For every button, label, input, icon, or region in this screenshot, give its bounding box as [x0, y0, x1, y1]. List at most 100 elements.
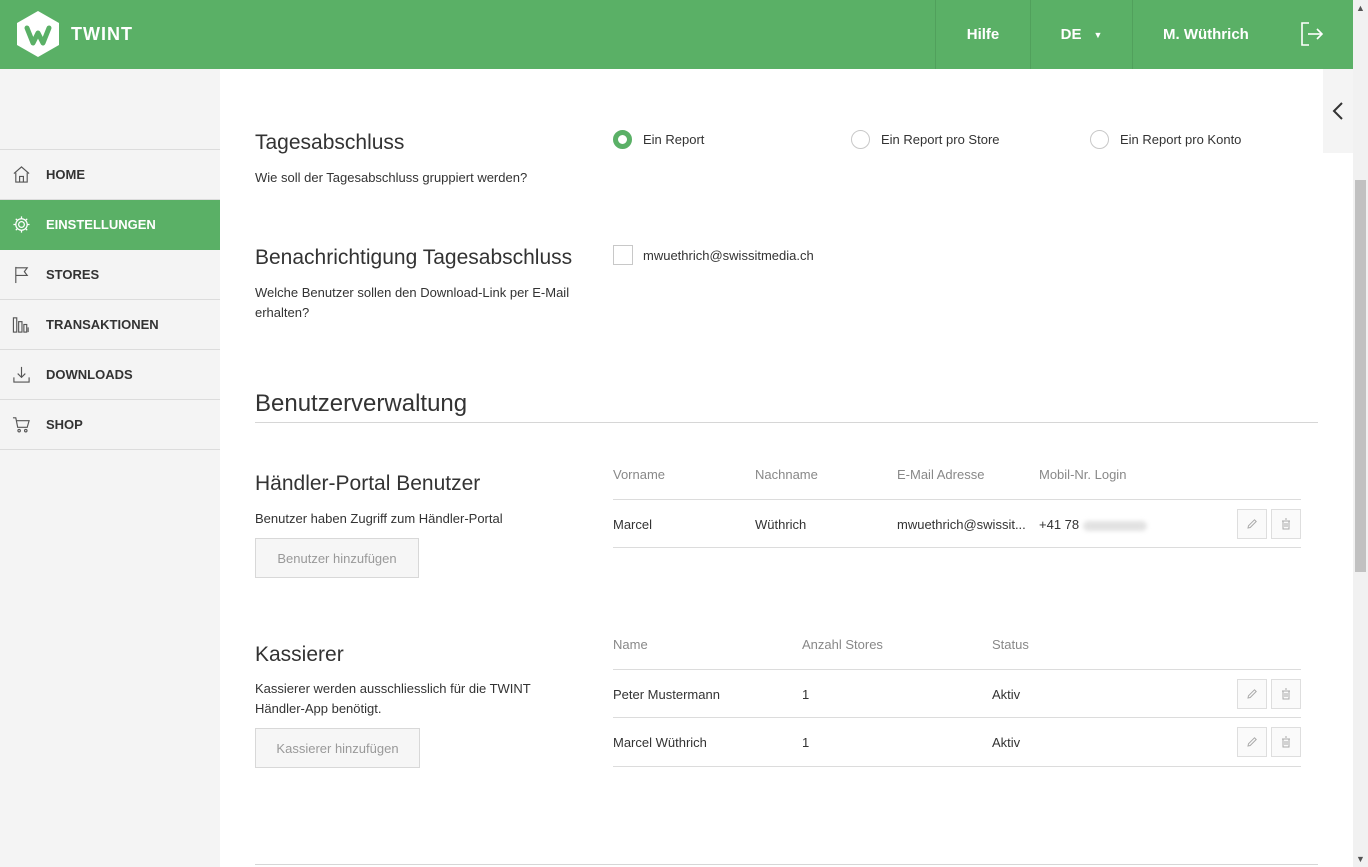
scroll-down-icon[interactable]: ▼ [1356, 854, 1365, 864]
edit-user-button[interactable] [1237, 509, 1267, 539]
radio-report-pro-store[interactable]: Ein Report pro Store [851, 130, 1000, 149]
benachrichtigung-description: Welche Benutzer sollen den Download-Link… [255, 283, 569, 323]
add-cashier-button[interactable]: Kassierer hinzufügen [255, 728, 420, 768]
language-label: DE [1060, 26, 1082, 43]
sidebar-item-label: EINSTELLUNGEN [46, 217, 156, 232]
haendler-portal-title: Händler-Portal Benutzer [255, 472, 481, 495]
caret-down-icon: ▼ [1093, 29, 1103, 40]
checkbox-box [613, 245, 633, 265]
user-mobile-prefix: +41 78 [1039, 517, 1080, 532]
benutzerverwaltung-title: Benutzerverwaltung [255, 390, 468, 417]
delete-cashier-button[interactable] [1271, 679, 1301, 709]
pencil-icon [1247, 519, 1257, 529]
radio-report-pro-konto[interactable]: Ein Report pro Konto [1090, 130, 1241, 149]
radio-checked-icon [613, 130, 632, 149]
delete-user-button[interactable] [1271, 509, 1301, 539]
sidebar: HOME EINSTELLUNGEN STORES TRANSAKTIONEN [0, 69, 220, 867]
section-divider [255, 864, 1318, 865]
header-nav: Hilfe DE ▼ M. Wüthrich [935, 0, 1353, 69]
table-divider [613, 499, 1301, 500]
twint-logo[interactable]: TWINT [16, 10, 133, 58]
sidebar-item-label: DOWNLOADS [46, 367, 133, 382]
scroll-up-icon[interactable]: ▲ [1356, 3, 1365, 13]
language-select[interactable]: DE ▼ [1030, 0, 1132, 69]
sidebar-item-label: STORES [46, 267, 100, 282]
user-nachname: Wüthrich [755, 517, 807, 532]
section-divider [255, 422, 1318, 423]
brand-name: TWINT [71, 23, 133, 44]
radio-unchecked-icon [1090, 130, 1109, 149]
sidebar-item-label: TRANSAKTIONEN [46, 317, 159, 332]
page-scrollbar[interactable]: ▲ ▼ [1353, 0, 1368, 867]
radio-label: Ein Report pro Store [881, 132, 1000, 147]
sidebar-item-label: HOME [46, 167, 85, 182]
help-label: Hilfe [966, 26, 1000, 43]
user-name: M. Wüthrich [1163, 26, 1249, 43]
table-divider [613, 669, 1301, 670]
cashier-name: Peter Mustermann [613, 687, 720, 702]
download-icon [13, 366, 30, 383]
col-vorname: Vorname [613, 467, 666, 482]
benachrichtigung-description-line1: Welche Benutzer sollen den Download-Link… [255, 285, 570, 300]
table-divider [613, 547, 1301, 548]
scrollbar-thumb[interactable] [1355, 180, 1366, 572]
top-header: TWINT Hilfe DE ▼ M. Wüthrich [0, 0, 1353, 69]
table-divider [613, 717, 1301, 718]
sidebar-item-einstellungen[interactable]: EINSTELLUNGEN [0, 200, 220, 250]
sidebar-item-transaktionen[interactable]: TRANSAKTIONEN [0, 300, 220, 350]
chevron-left-icon [1332, 102, 1343, 120]
gear-icon [13, 216, 30, 233]
sidebar-item-home[interactable]: HOME [0, 150, 220, 200]
help-link[interactable]: Hilfe [935, 0, 1030, 69]
pencil-icon [1247, 689, 1257, 699]
bar-chart-icon [12, 317, 29, 333]
cart-icon [12, 417, 30, 433]
main-content: Tagesabschluss Wie soll der Tagesabschlu… [220, 69, 1323, 867]
cashier-status: Aktiv [992, 735, 1021, 750]
benachrichtigung-description-line2: erhalten? [255, 305, 310, 320]
add-user-button[interactable]: Benutzer hinzufügen [255, 538, 419, 578]
collapse-panel-button[interactable] [1323, 69, 1353, 153]
notify-email-label: mwuethrich@swissitmedia.ch [643, 247, 814, 263]
redacted-number [1083, 520, 1148, 531]
sidebar-item-downloads[interactable]: DOWNLOADS [0, 350, 220, 400]
tagesabschluss-description: Wie soll der Tagesabschluss gruppiert we… [255, 170, 528, 185]
flag-icon [15, 266, 29, 284]
tagesabschluss-title: Tagesabschluss [255, 131, 405, 154]
benachrichtigung-title: Benachrichtigung Tagesabschluss [255, 246, 573, 269]
pencil-icon [1247, 737, 1257, 747]
trash-icon [1282, 736, 1290, 748]
trash-icon [1282, 688, 1290, 700]
twint-hexagon-icon [17, 11, 59, 57]
kassierer-title: Kassierer [255, 643, 344, 666]
kassierer-description-line2: Händler-App benötigt. [255, 701, 382, 716]
kassierer-description-line1: Kassierer werden ausschliesslich für die… [255, 681, 531, 696]
radio-label: Ein Report [643, 132, 705, 147]
col-status: Status [992, 637, 1029, 652]
col-anzahl-stores: Anzahl Stores [802, 637, 883, 652]
user-mobile: +41 78 [1039, 517, 1148, 532]
delete-cashier-button[interactable] [1271, 727, 1301, 757]
table-divider [613, 766, 1301, 767]
cashier-stores: 1 [802, 735, 810, 750]
cashier-status: Aktiv [992, 687, 1021, 702]
edit-cashier-button[interactable] [1237, 679, 1267, 709]
radio-label: Ein Report pro Konto [1120, 132, 1242, 147]
col-name: Name [613, 637, 648, 652]
sidebar-item-label: SHOP [46, 417, 83, 432]
logout-icon[interactable] [1299, 21, 1325, 47]
user-email: mwuethrich@swissit... [897, 517, 1026, 532]
user-menu[interactable]: M. Wüthrich [1132, 0, 1353, 69]
notify-email-checkbox[interactable]: mwuethrich@swissitmedia.ch [613, 245, 814, 265]
trash-icon [1282, 518, 1290, 530]
col-mobile: Mobil-Nr. Login [1039, 467, 1127, 482]
sidebar-item-shop[interactable]: SHOP [0, 400, 220, 450]
haendler-portal-description: Benutzer haben Zugriff zum Händler-Porta… [255, 511, 503, 526]
sidebar-item-stores[interactable]: STORES [0, 250, 220, 300]
radio-ein-report[interactable]: Ein Report [613, 130, 704, 149]
home-icon [13, 166, 30, 183]
cashier-stores: 1 [802, 687, 810, 702]
kassierer-description: Kassierer werden ausschliesslich für die… [255, 679, 531, 719]
edit-cashier-button[interactable] [1237, 727, 1267, 757]
user-vorname: Marcel [613, 517, 653, 532]
